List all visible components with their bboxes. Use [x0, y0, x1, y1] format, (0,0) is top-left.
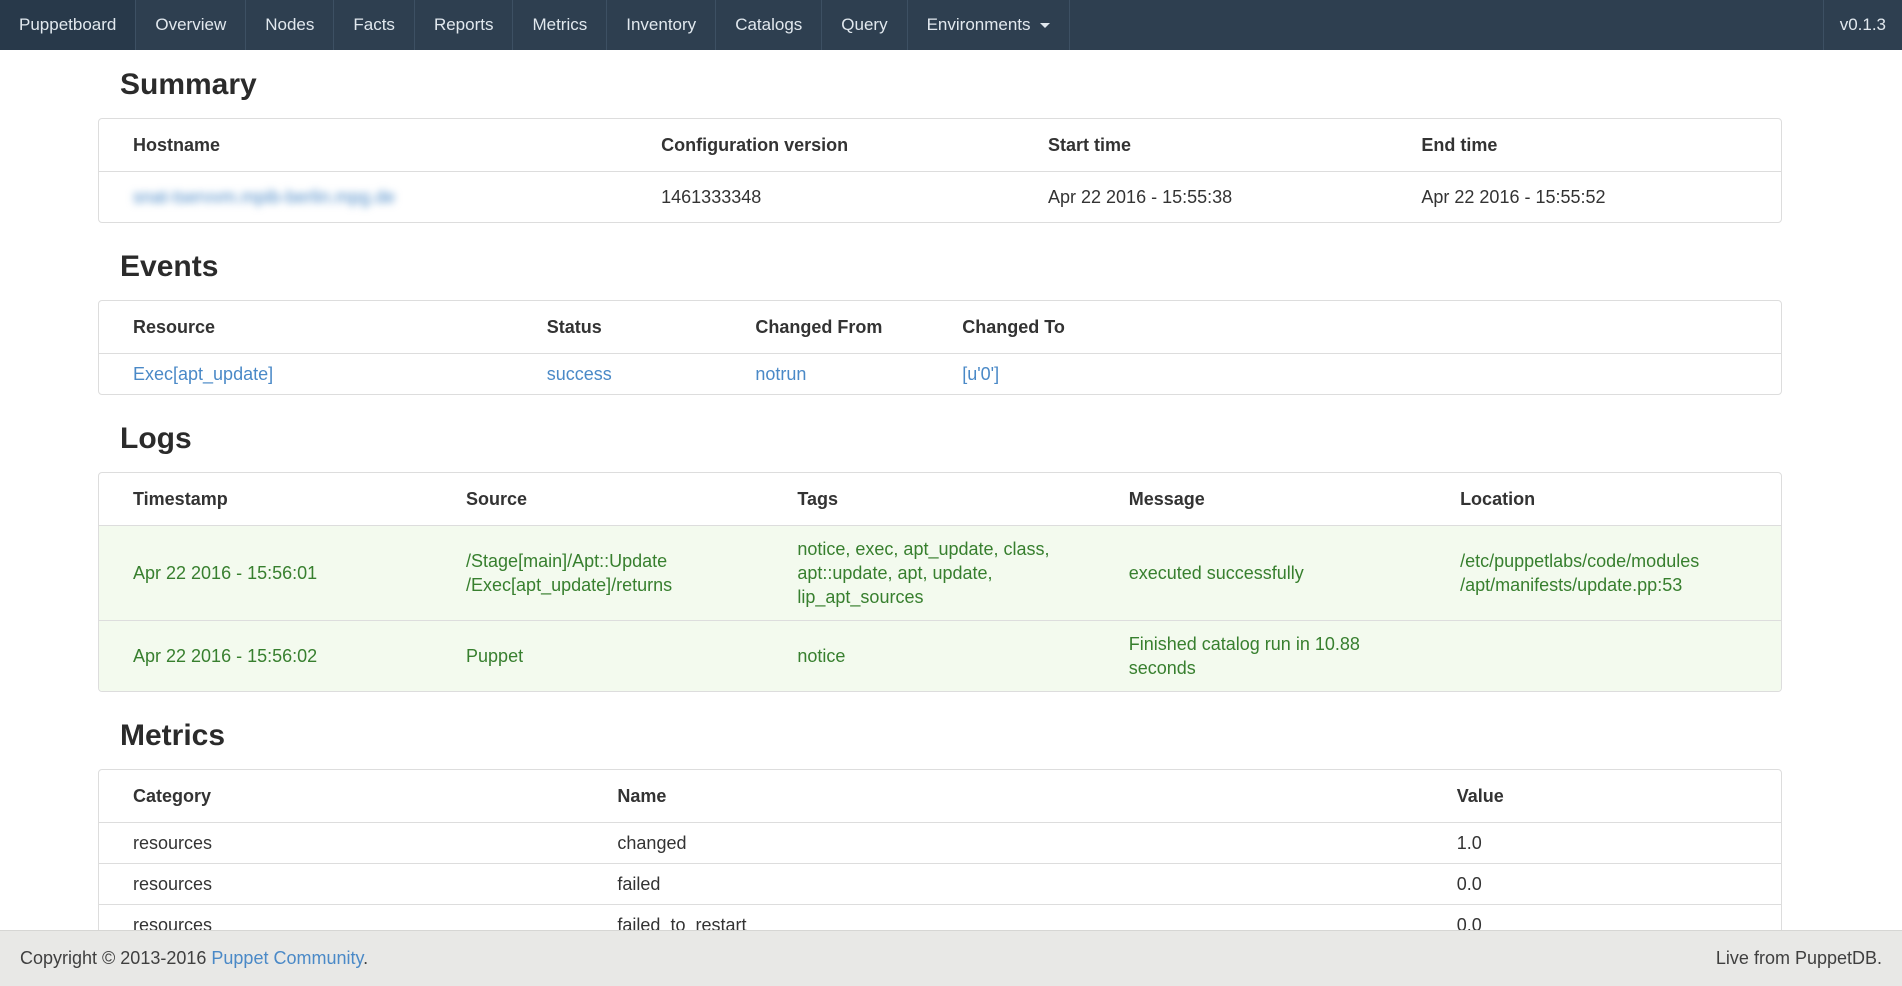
- logs-header-row: Timestamp Source Tags Message Location: [99, 473, 1781, 526]
- summary-header-start-time: Start time: [1014, 119, 1387, 172]
- log-source-cell: Puppet: [432, 621, 763, 692]
- metric-name-cell: failed: [583, 864, 1422, 905]
- nav-item-query[interactable]: Query: [822, 0, 907, 50]
- log-location-cell: /etc/puppetlabs/code/modules /apt/manife…: [1426, 526, 1781, 621]
- event-changed-to-link[interactable]: [u'0']: [962, 364, 999, 384]
- nav-item-label: Facts: [353, 15, 395, 35]
- nav-item-catalogs[interactable]: Catalogs: [716, 0, 822, 50]
- metric-value-cell: 1.0: [1423, 823, 1781, 864]
- report-page: Summary Hostname Configuration version S…: [98, 67, 1782, 986]
- nav-brand-puppetboard[interactable]: Puppetboard: [0, 0, 136, 50]
- summary-section-title: Summary: [120, 67, 1782, 102]
- metric-row: resources failed 0.0: [99, 864, 1781, 905]
- event-status-link[interactable]: success: [547, 364, 612, 384]
- summary-table: Hostname Configuration version Start tim…: [99, 119, 1781, 222]
- logs-header-tags: Tags: [763, 473, 1094, 526]
- events-header-changed-from: Changed From: [721, 301, 928, 354]
- event-changed-from-link[interactable]: notrun: [755, 364, 806, 384]
- metric-row: resources changed 1.0: [99, 823, 1781, 864]
- logs-header-source: Source: [432, 473, 763, 526]
- logs-header-message: Message: [1095, 473, 1426, 526]
- metrics-header-value: Value: [1423, 770, 1781, 823]
- nav-item-label: Reports: [434, 15, 494, 35]
- log-location-cell: [1426, 621, 1781, 692]
- events-header-changed-to: Changed To: [928, 301, 1781, 354]
- event-resource-cell: Exec[apt_update]: [99, 354, 513, 395]
- logs-panel: Timestamp Source Tags Message Location A…: [98, 472, 1782, 692]
- nav-item-nodes[interactable]: Nodes: [246, 0, 334, 50]
- summary-header-configuration-version: Configuration version: [627, 119, 1014, 172]
- metrics-header-name: Name: [583, 770, 1422, 823]
- nav-item-label: Environments: [927, 15, 1031, 35]
- summary-header-hostname: Hostname: [99, 119, 627, 172]
- nav-item-label: Metrics: [532, 15, 587, 35]
- logs-section-title: Logs: [120, 421, 1782, 456]
- summary-hostname-cell: snat-tservvm.mpib-berlin.mpg.de: [99, 172, 627, 223]
- event-changed-to-cell: [u'0']: [928, 354, 1781, 395]
- footer-copyright-prefix: Copyright © 2013-2016: [20, 948, 206, 968]
- summary-row: snat-tservvm.mpib-berlin.mpg.de 14613333…: [99, 172, 1781, 223]
- summary-end-time-cell: Apr 22 2016 - 15:55:52: [1387, 172, 1781, 223]
- top-navbar: Puppetboard Overview Nodes Facts Reports…: [0, 0, 1902, 50]
- navbar-spacer: [1070, 0, 1823, 50]
- footer-copyright-suffix: .: [363, 948, 368, 968]
- metric-category-cell: resources: [99, 823, 583, 864]
- event-resource-link[interactable]: Exec[apt_update]: [133, 364, 273, 384]
- metric-name-cell: changed: [583, 823, 1422, 864]
- summary-header-row: Hostname Configuration version Start tim…: [99, 119, 1781, 172]
- events-header-resource: Resource: [99, 301, 513, 354]
- logs-header-location: Location: [1426, 473, 1781, 526]
- nav-item-label: Overview: [155, 15, 226, 35]
- events-section-title: Events: [120, 249, 1782, 284]
- events-table: Resource Status Changed From Changed To …: [99, 301, 1781, 394]
- log-tags-cell: notice: [763, 621, 1094, 692]
- log-timestamp-cell: Apr 22 2016 - 15:56:01: [99, 526, 432, 621]
- log-source-cell: /Stage[main]/Apt::Update /Exec[apt_updat…: [432, 526, 763, 621]
- footer-status-text: Live from PuppetDB.: [1716, 948, 1882, 969]
- summary-configuration-version-cell: 1461333348: [627, 172, 1014, 223]
- event-status-cell: success: [513, 354, 722, 395]
- nav-item-label: Query: [841, 15, 887, 35]
- nav-item-reports[interactable]: Reports: [415, 0, 514, 50]
- nav-dropdown-environments[interactable]: Environments: [908, 0, 1070, 50]
- footer-copyright: Copyright © 2013-2016 Puppet Community.: [20, 948, 368, 969]
- summary-panel: Hostname Configuration version Start tim…: [98, 118, 1782, 223]
- metric-category-cell: resources: [99, 864, 583, 905]
- page-footer: Copyright © 2013-2016 Puppet Community. …: [0, 930, 1902, 986]
- hostname-link[interactable]: snat-tservvm.mpib-berlin.mpg.de: [133, 187, 395, 207]
- nav-item-facts[interactable]: Facts: [334, 0, 415, 50]
- events-header-status: Status: [513, 301, 722, 354]
- log-message-cell: executed successfully: [1095, 526, 1426, 621]
- metrics-header-category: Category: [99, 770, 583, 823]
- log-row: Apr 22 2016 - 15:56:02 Puppet notice Fin…: [99, 621, 1781, 692]
- event-row: Exec[apt_update] success notrun [u'0']: [99, 354, 1781, 395]
- nav-item-overview[interactable]: Overview: [136, 0, 246, 50]
- nav-item-label: Inventory: [626, 15, 696, 35]
- log-timestamp-cell: Apr 22 2016 - 15:56:02: [99, 621, 432, 692]
- app-version-label: v0.1.3: [1840, 15, 1886, 35]
- events-panel: Resource Status Changed From Changed To …: [98, 300, 1782, 395]
- summary-header-end-time: End time: [1387, 119, 1781, 172]
- log-tags-cell: notice, exec, apt_update, class, apt::up…: [763, 526, 1094, 621]
- puppet-community-link[interactable]: Puppet Community: [211, 948, 363, 968]
- summary-start-time-cell: Apr 22 2016 - 15:55:38: [1014, 172, 1387, 223]
- log-row: Apr 22 2016 - 15:56:01 /Stage[main]/Apt:…: [99, 526, 1781, 621]
- chevron-down-icon: [1040, 23, 1050, 28]
- metric-value-cell: 0.0: [1423, 864, 1781, 905]
- nav-item-label: Catalogs: [735, 15, 802, 35]
- metrics-section-title: Metrics: [120, 718, 1782, 753]
- nav-item-label: Nodes: [265, 15, 314, 35]
- log-message-cell: Finished catalog run in 10.88 seconds: [1095, 621, 1426, 692]
- logs-header-timestamp: Timestamp: [99, 473, 432, 526]
- app-version-badge: v0.1.3: [1823, 0, 1902, 50]
- nav-item-metrics[interactable]: Metrics: [513, 0, 607, 50]
- event-changed-from-cell: notrun: [721, 354, 928, 395]
- metrics-header-row: Category Name Value: [99, 770, 1781, 823]
- events-header-row: Resource Status Changed From Changed To: [99, 301, 1781, 354]
- logs-table: Timestamp Source Tags Message Location A…: [99, 473, 1781, 691]
- nav-item-inventory[interactable]: Inventory: [607, 0, 716, 50]
- nav-brand-label: Puppetboard: [19, 15, 116, 35]
